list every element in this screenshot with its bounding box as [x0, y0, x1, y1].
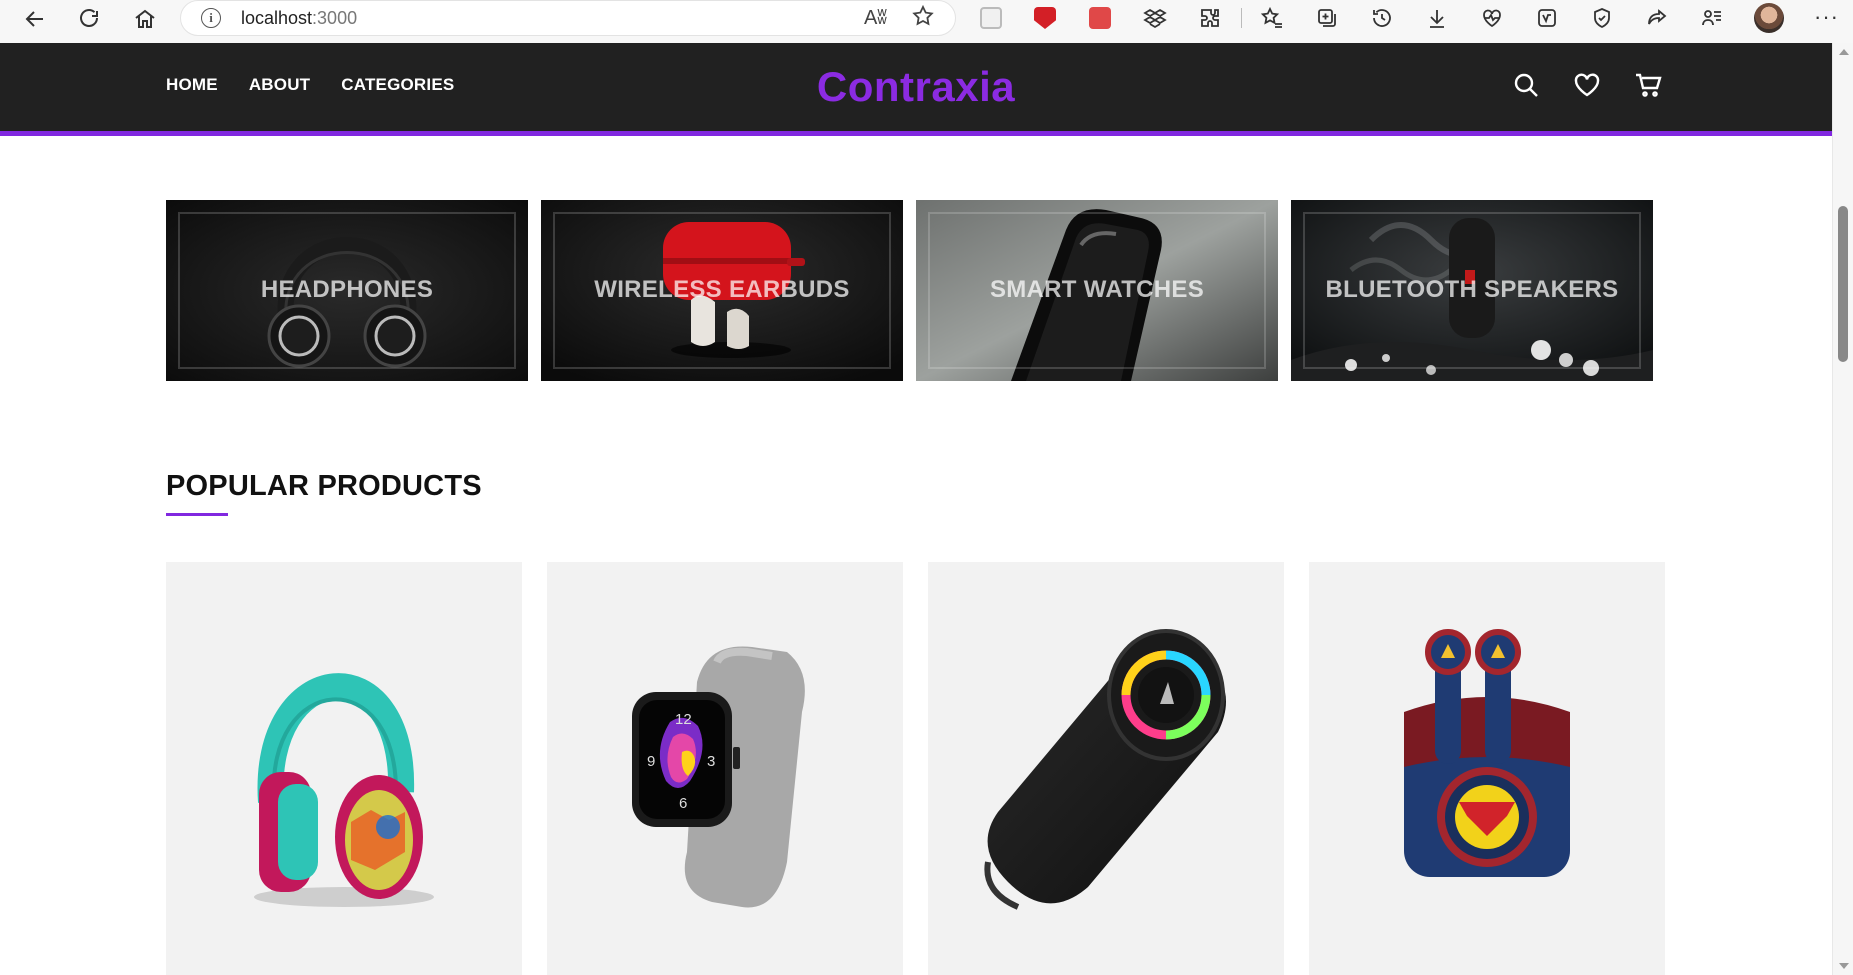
heart-icon[interactable] — [1573, 71, 1601, 99]
home-icon — [135, 9, 155, 28]
category-label: BLUETOOTH SPEAKERS — [1325, 276, 1619, 303]
browser-toolbar: i localhost:3000 Aʬ ··· — [0, 0, 1853, 43]
popular-products-title: POPULAR PRODUCTS — [166, 470, 482, 502]
category-bluetooth-speakers[interactable]: BLUETOOTH SPEAKERS — [1291, 200, 1653, 381]
back-arrow-icon — [25, 10, 43, 27]
svg-text:6: 6 — [679, 795, 687, 812]
favorites-icon[interactable] — [1254, 0, 1290, 36]
history-icon[interactable] — [1364, 0, 1400, 36]
profile-avatar[interactable] — [1754, 3, 1784, 33]
search-icon[interactable] — [1512, 71, 1540, 99]
address-bar[interactable]: i localhost:3000 Aʬ — [180, 0, 956, 36]
shield-extension-icon[interactable] — [1027, 0, 1063, 36]
title-underline — [166, 513, 228, 516]
superman-earbuds-image — [1404, 629, 1570, 877]
product-grid: 12 9 3 6 — [166, 562, 1665, 975]
product-card[interactable] — [1309, 562, 1665, 975]
category-tiles: HEADPHONES WIRELESS EARBUDS SMART WATCHE… — [166, 200, 1653, 381]
product-card[interactable]: 12 9 3 6 — [547, 562, 903, 975]
category-wireless-earbuds[interactable]: WIRELESS EARBUDS — [541, 200, 903, 381]
address-text: localhost:3000 — [241, 7, 358, 28]
health-icon[interactable] — [1474, 0, 1510, 36]
product-card[interactable] — [928, 562, 1284, 975]
home-button[interactable] — [118, 0, 172, 40]
pocket-extension-icon[interactable] — [973, 0, 1009, 36]
dropbox-extension-icon[interactable] — [1137, 0, 1173, 36]
category-smart-watches[interactable]: SMART WATCHES — [916, 200, 1278, 381]
toolbar-divider — [1241, 8, 1242, 28]
product-card[interactable] — [166, 562, 522, 975]
read-aloud-icon[interactable]: Aʬ — [864, 7, 887, 30]
grey-smartwatch-image: 12 9 3 6 — [632, 646, 805, 908]
back-button[interactable] — [8, 0, 62, 40]
share-icon[interactable] — [1639, 0, 1675, 36]
cart-icon[interactable] — [1634, 71, 1662, 99]
copilot-icon[interactable] — [1694, 0, 1730, 36]
downloads-icon[interactable] — [1419, 0, 1455, 36]
page-viewport: HOME ABOUT CATEGORIES Contraxia HEADPHON… — [0, 43, 1832, 975]
favorite-star-icon[interactable] — [911, 4, 935, 33]
math-solver-icon[interactable] — [1529, 0, 1565, 36]
teal-headphones-image — [254, 673, 434, 907]
red-extension-icon[interactable] — [1082, 0, 1118, 36]
site-header: HOME ABOUT CATEGORIES Contraxia — [0, 43, 1832, 136]
header-actions — [1512, 71, 1662, 99]
performance-icon[interactable] — [1584, 0, 1620, 36]
black-speaker-image — [984, 629, 1226, 910]
extensions-puzzle-icon[interactable] — [1192, 0, 1228, 36]
category-label: HEADPHONES — [260, 276, 434, 303]
scroll-thumb[interactable] — [1838, 206, 1848, 362]
svg-text:3: 3 — [707, 753, 715, 770]
more-menu-icon[interactable]: ··· — [1814, 4, 1839, 30]
reload-icon — [80, 8, 98, 27]
svg-text:12: 12 — [675, 711, 692, 728]
page-scrollbar[interactable] — [1832, 43, 1853, 975]
scroll-down-arrow-icon[interactable] — [1839, 963, 1849, 969]
collections-icon[interactable] — [1309, 0, 1345, 36]
category-label: WIRELESS EARBUDS — [594, 276, 850, 303]
reload-button[interactable] — [62, 0, 116, 40]
site-info-icon[interactable]: i — [201, 8, 221, 28]
category-headphones[interactable]: HEADPHONES — [166, 200, 528, 381]
svg-text:9: 9 — [647, 753, 655, 770]
category-label: SMART WATCHES — [989, 276, 1205, 303]
scroll-up-arrow-icon[interactable] — [1839, 49, 1849, 55]
